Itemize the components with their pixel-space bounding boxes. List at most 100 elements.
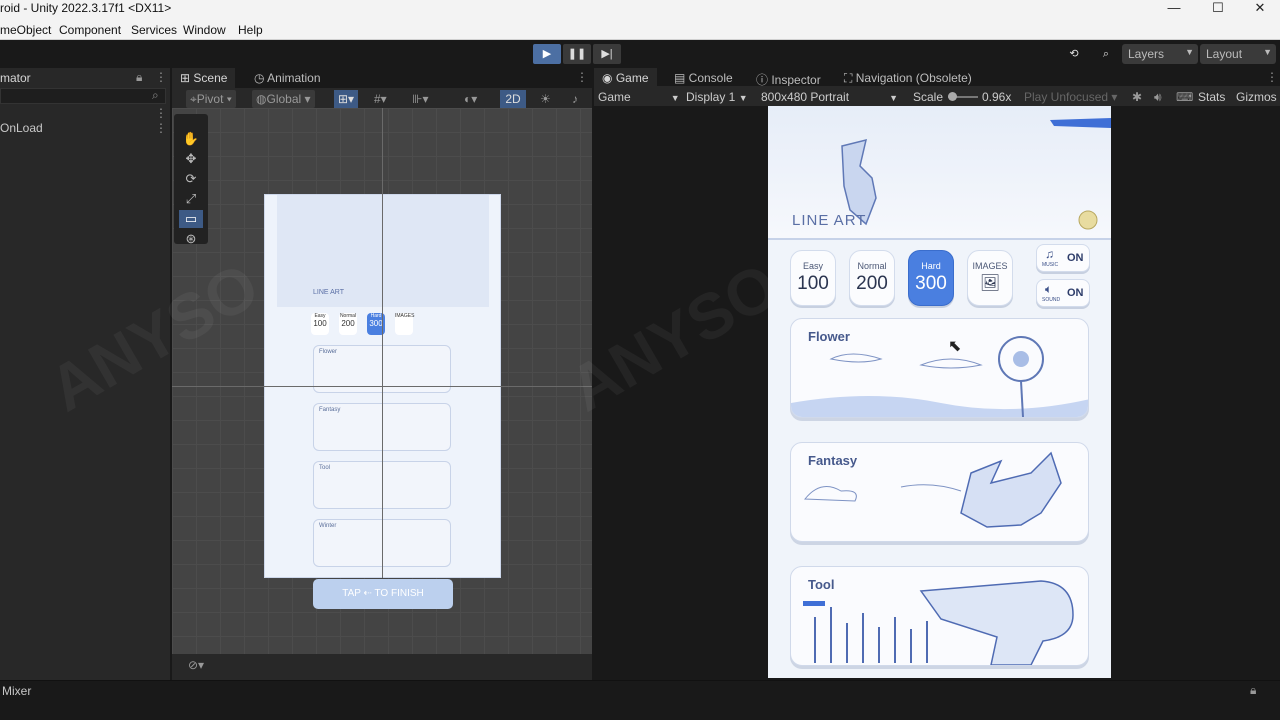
tab-animation[interactable]: ◷ Animation	[246, 68, 329, 88]
pivot-dropdown[interactable]: ⌖Pivot ▾	[186, 90, 236, 108]
tab-scene[interactable]: ⊞ Scene	[172, 68, 236, 88]
rect-tool-icon[interactable]: ▭	[179, 210, 203, 228]
normal-mini: Normal 200	[339, 313, 357, 335]
flower-label: Flower	[808, 329, 850, 344]
music-toggle[interactable]: ♫ MUSIC ON	[1036, 244, 1090, 272]
scene-tabbar: ⊞ Scene ◷ Animation ⋮	[172, 68, 592, 88]
fantasy-card[interactable]: Fantasy	[790, 442, 1089, 542]
step-button[interactable]: ▶|	[593, 44, 621, 64]
menu-window[interactable]: Window	[183, 23, 226, 37]
layers-dropdown[interactable]: Layers ▼	[1122, 44, 1198, 64]
more-icon[interactable]: ⋮	[576, 70, 588, 84]
search-icon[interactable]: ⌕	[1092, 44, 1120, 64]
tab-game-label: Game	[615, 71, 649, 85]
lighting-icon[interactable]: ☀	[536, 90, 555, 108]
easy-button[interactable]: Easy 100	[790, 250, 836, 306]
rotate-tool-icon[interactable]: ⟳	[179, 170, 203, 188]
menu-services[interactable]: Services	[131, 23, 177, 37]
flower-card[interactable]: Flower	[790, 318, 1089, 418]
lock-icon[interactable]: 🔒︎	[136, 70, 142, 85]
game-controls: Game ▼ Display 1 ▼ 800x480 Portrait ▼ Scal…	[594, 86, 1280, 108]
scale-slider-thumb[interactable]	[948, 92, 957, 101]
gizmos-toggle[interactable]: Gizmos	[1232, 88, 1280, 106]
music-small-label: MUSIC	[1042, 262, 1059, 268]
grid-snap-icon[interactable]: ⊞▾	[334, 90, 359, 108]
menu-gameobject[interactable]: meObject	[0, 23, 51, 37]
more-icon[interactable]: ⋮	[155, 106, 167, 120]
scale-value: 0.96x	[982, 90, 1012, 104]
normal-button[interactable]: Normal 200	[849, 250, 895, 306]
hand-tool-icon[interactable]: ✋	[179, 130, 203, 148]
menu-help[interactable]: Help	[238, 23, 263, 37]
history-icon[interactable]: ⟲	[1060, 44, 1088, 64]
tab-navigation[interactable]: ⛶ Navigation (Obsolete)	[836, 68, 980, 88]
search-input[interactable]	[0, 88, 166, 104]
tab-scene-label: Scene	[193, 71, 228, 85]
scene-viewport[interactable]: ✋ ✥ ⟳ ⤢ ▭ ⊛ LINE ART Easy 100 Normal 200 H…	[172, 108, 592, 654]
scene-footer: ⊘▾	[172, 654, 592, 678]
tab-inspector-label: Inspector	[771, 73, 821, 87]
easy-value: 100	[797, 273, 829, 294]
increment-snap-icon[interactable]: ⊪▾	[408, 90, 432, 108]
display-dropdown[interactable]: Display 1 ▼	[682, 88, 752, 106]
shading-icon[interactable]: ◐▾	[460, 90, 481, 108]
minimize-icon[interactable]: —	[1152, 0, 1196, 18]
search-icon[interactable]: ⌕	[152, 88, 159, 103]
tab-inspector[interactable]: ⓘ Inspector	[748, 68, 829, 88]
difficulty-row-mini: Easy 100 Normal 200 Hard 300 IMAGES	[311, 313, 449, 335]
images-mini-label: IMAGES	[395, 313, 415, 319]
bug-icon[interactable]: ✱	[1128, 88, 1146, 106]
music-value: ON	[1067, 252, 1084, 264]
normal-label: Normal	[857, 261, 887, 271]
audio-icon[interactable]: 🔊︎	[1150, 88, 1166, 106]
pause-button[interactable]: ❚❚	[563, 44, 591, 64]
global-dropdown[interactable]: ◍Global ▾	[252, 90, 315, 108]
lock-icon[interactable]: 🔒︎	[1250, 683, 1256, 698]
sound-toggle[interactable]: 🔈︎ SOUND ON	[1036, 279, 1090, 307]
global-label: Global	[266, 92, 302, 106]
game-mode-label: Game	[598, 90, 631, 104]
maximize-icon[interactable]: ☐	[1196, 0, 1240, 18]
2d-toggle[interactable]: 2D	[500, 90, 526, 108]
tool-card[interactable]: Tool	[790, 566, 1089, 666]
play-button[interactable]: ▶	[533, 44, 561, 64]
move-tool-icon[interactable]: ✥	[179, 150, 203, 168]
more-icon[interactable]: ⋮	[155, 70, 167, 84]
transform-tool-icon[interactable]: ⊛	[179, 230, 203, 248]
tab-animator[interactable]: mator	[0, 68, 39, 88]
display-label: Display 1	[686, 90, 736, 104]
overlay-icon[interactable]: ⊘▾	[188, 658, 204, 672]
stats-toggle[interactable]: Stats	[1194, 88, 1229, 106]
close-icon[interactable]: ✕	[1238, 0, 1280, 18]
hard-mini-value: 300	[369, 319, 383, 328]
mixer-tab[interactable]: Mixer	[2, 684, 31, 698]
audio-icon[interactable]: ♪	[568, 90, 582, 108]
game-screen[interactable]: LINE ART Easy 100 Normal 200 Hard 300 IMAGE…	[768, 106, 1111, 678]
cursor-icon: ⬉	[948, 338, 962, 355]
game-mode-dropdown[interactable]: Game ▼	[594, 88, 684, 106]
animator-panel: mator 🔒︎ ⋮ ⌕ ⋮ OnLoad ⋮	[0, 68, 170, 680]
grid-icon[interactable]: #▾	[370, 90, 391, 108]
hard-button[interactable]: Hard 300	[908, 250, 954, 306]
layers-label: Layers	[1128, 47, 1165, 61]
tab-game[interactable]: ◉ Game	[594, 68, 657, 88]
tab-console[interactable]: ▤ Console	[666, 68, 741, 88]
fantasy-label: Fantasy	[808, 453, 858, 468]
more-icon[interactable]: ⋮	[1266, 70, 1278, 84]
more-icon[interactable]: ⋮	[155, 121, 167, 135]
scene-axis-v	[382, 108, 383, 578]
images-button[interactable]: IMAGES 🖼︎	[967, 250, 1013, 306]
menu-component[interactable]: Component	[59, 23, 121, 37]
layout-dropdown[interactable]: Layout ▼	[1200, 44, 1276, 64]
play-unfocused-dropdown[interactable]: Play Unfocused ▾	[1020, 88, 1121, 106]
sound-icon: 🔈︎	[1045, 282, 1053, 296]
easy-mini-value: 100	[313, 319, 327, 328]
list-item[interactable]: OnLoad	[0, 121, 43, 135]
hard-value: 300	[915, 273, 947, 294]
easy-mini: Easy 100	[311, 313, 329, 335]
window-title: roid - Unity 2022.3.17f1 <DX11>	[0, 1, 172, 15]
chevron-down-icon: ▼	[1263, 47, 1272, 57]
scene-controls: ⌖Pivot ▾ ◍Global ▾ ⊞▾ #▾ ⊪▾ ◐▾ 2D ☀ ♪	[172, 88, 592, 110]
scale-tool-icon[interactable]: ⤢	[179, 190, 203, 208]
resolution-dropdown[interactable]: 800x480 Portrait ▼	[757, 88, 902, 106]
